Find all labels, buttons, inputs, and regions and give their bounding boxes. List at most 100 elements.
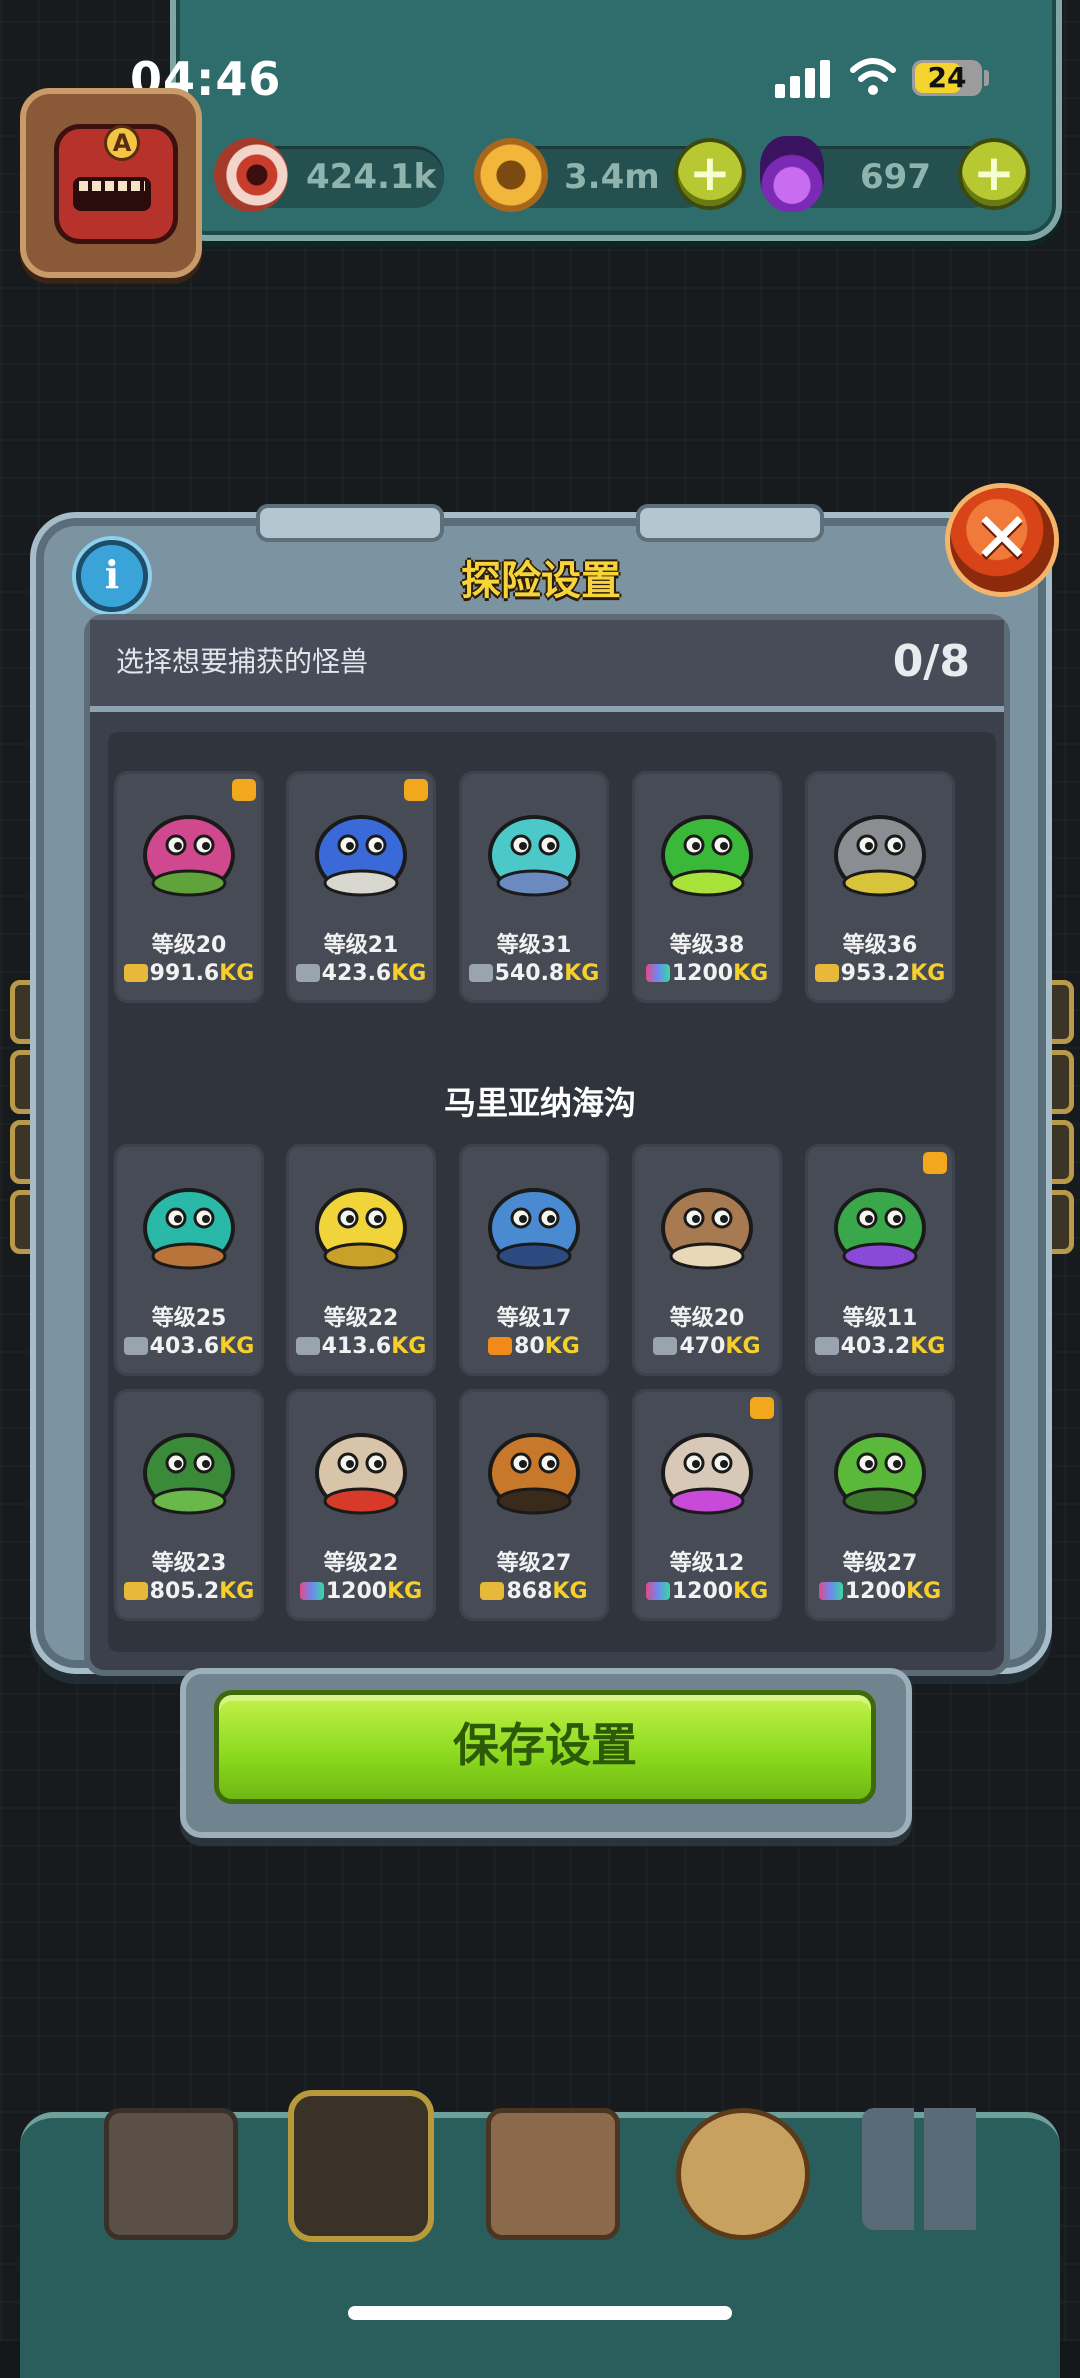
monster-level: 等级25 <box>151 1306 227 1331</box>
banana-squid-monster-icon <box>315 1188 407 1270</box>
potion-value: 697 <box>860 157 931 197</box>
crown-badge-icon <box>404 779 428 801</box>
monster-weight: 1200KG <box>632 1579 782 1604</box>
wifi-icon <box>850 58 896 95</box>
weight-value: 1200 <box>671 1579 734 1604</box>
monster-level: 等级23 <box>151 1551 227 1576</box>
weight-value: 540.8 <box>494 961 565 986</box>
monster-level: 等级22 <box>323 1306 399 1331</box>
battery-icon: 24 <box>912 60 982 96</box>
monster-weight: 403.6KG <box>114 1334 264 1359</box>
monster-weight: 1200KG <box>805 1579 955 1604</box>
crown-badge-icon <box>923 1152 947 1174</box>
monster-level: 等级36 <box>842 933 918 958</box>
monster-weight: 540.8KG <box>459 961 609 986</box>
weight-unit: KG <box>391 961 427 986</box>
anemone-monster-icon <box>143 1188 235 1270</box>
player-avatar[interactable]: A <box>20 88 202 278</box>
save-settings-label: 保存设置 <box>453 1718 637 1772</box>
weight-unit: KG <box>219 1579 255 1604</box>
weight-tag-icon <box>814 1337 839 1355</box>
mantis-monster-icon <box>834 1188 926 1270</box>
snail-monster-icon <box>315 815 407 897</box>
monster-level: 等级31 <box>496 933 572 958</box>
monster-card[interactable]: 等级27 868KG <box>459 1389 609 1621</box>
weight-tag-icon <box>123 1582 148 1600</box>
monster-card[interactable]: 等级11 403.2KG <box>805 1144 955 1376</box>
weight-value: 470 <box>679 1334 726 1359</box>
potion-icon <box>760 136 824 212</box>
weight-tag-icon <box>480 1582 505 1600</box>
shop-icon[interactable] <box>104 2108 238 2240</box>
eyeball-value: 424.1k <box>306 157 437 197</box>
monster-card[interactable]: 等级20 991.6KG <box>114 771 264 1003</box>
walrus-monster-icon <box>661 1188 753 1270</box>
weight-unit: KG <box>910 961 946 986</box>
pink-plant-monster-icon <box>143 815 235 897</box>
monster-card[interactable]: 等级38 1200KG <box>632 771 782 1003</box>
crab-monster-icon <box>488 1188 580 1270</box>
selection-header: 选择想要捕获的怪兽 0/8 <box>90 620 1004 712</box>
crown-badge-icon <box>750 1397 774 1419</box>
book-icon[interactable] <box>486 2108 620 2240</box>
monster-card[interactable]: 等级12 1200KG <box>632 1389 782 1621</box>
section-title: 马里亚纳海沟 <box>443 1084 636 1122</box>
monster-card[interactable]: 等级22 413.6KG <box>286 1144 436 1376</box>
monster-card[interactable]: 等级22 1200KG <box>286 1389 436 1621</box>
monster-level: 等级17 <box>496 1306 572 1331</box>
monster-weight: 470KG <box>632 1334 782 1359</box>
weight-value: 1200 <box>671 961 734 986</box>
tiger-shrimp-monster-icon <box>488 1433 580 1515</box>
weight-unit: KG <box>733 1579 769 1604</box>
monster-card[interactable]: 等级21 423.6KG <box>286 771 436 1003</box>
weight-value: 403.2 <box>840 1334 911 1359</box>
weight-tag-icon <box>123 1337 148 1355</box>
fish-monster-icon <box>488 815 580 897</box>
monster-weight: 991.6KG <box>114 961 264 986</box>
clam-monster-icon <box>315 1433 407 1515</box>
coin-icon <box>474 138 548 212</box>
add-potions-button[interactable]: + <box>962 142 1026 206</box>
portal-icon[interactable] <box>288 2090 434 2242</box>
monster-weight: 80KG <box>459 1334 609 1359</box>
weight-tag-icon <box>818 1582 843 1600</box>
monster-card[interactable]: 等级23 805.2KG <box>114 1389 264 1621</box>
weight-tag-icon <box>488 1337 513 1355</box>
monster-card[interactable]: 等级27 1200KG <box>805 1389 955 1621</box>
add-coins-button[interactable]: + <box>678 142 742 206</box>
save-settings-button[interactable]: 保存设置 <box>214 1690 876 1804</box>
weight-unit: KG <box>725 1334 761 1359</box>
close-button[interactable]: ✕ <box>950 488 1054 592</box>
monster-card[interactable]: 等级25 403.6KG <box>114 1144 264 1376</box>
money-bag-icon[interactable] <box>676 2108 810 2240</box>
weight-tag-icon <box>123 964 148 982</box>
weight-tag-icon <box>814 964 839 982</box>
weight-unit: KG <box>391 1334 427 1359</box>
weight-unit: KG <box>544 1334 580 1359</box>
monster-weight: 403.2KG <box>805 1334 955 1359</box>
weight-unit: KG <box>733 961 769 986</box>
monster-weight: 953.2KG <box>805 961 955 986</box>
weight-tag-icon <box>645 964 670 982</box>
weight-value: 868 <box>506 1579 553 1604</box>
monster-card[interactable]: 等级31 540.8KG <box>459 771 609 1003</box>
monster-level: 等级11 <box>842 1306 918 1331</box>
monster-card[interactable]: 等级36 953.2KG <box>805 771 955 1003</box>
close-icon: ✕ <box>972 497 1032 579</box>
home-indicator[interactable] <box>348 2306 732 2320</box>
weight-unit: KG <box>552 1579 588 1604</box>
weight-value: 423.6 <box>321 961 392 986</box>
dialog-title: 探险设置 <box>461 558 621 604</box>
sea-cucumber-monster-icon <box>143 1433 235 1515</box>
weight-unit: KG <box>564 961 600 986</box>
monster-level: 等级21 <box>323 933 399 958</box>
collection-grid-icon[interactable] <box>862 2108 986 2230</box>
monster-card[interactable]: 等级17 80KG <box>459 1144 609 1376</box>
selected-count: 0/8 <box>892 636 970 687</box>
weight-value: 403.6 <box>149 1334 220 1359</box>
monster-card[interactable]: 等级20 470KG <box>632 1144 782 1376</box>
battery-level: 24 <box>927 61 967 94</box>
weight-value: 805.2 <box>149 1579 220 1604</box>
monster-level: 等级12 <box>669 1551 745 1576</box>
avatar-monster-face-icon: A <box>54 124 178 244</box>
